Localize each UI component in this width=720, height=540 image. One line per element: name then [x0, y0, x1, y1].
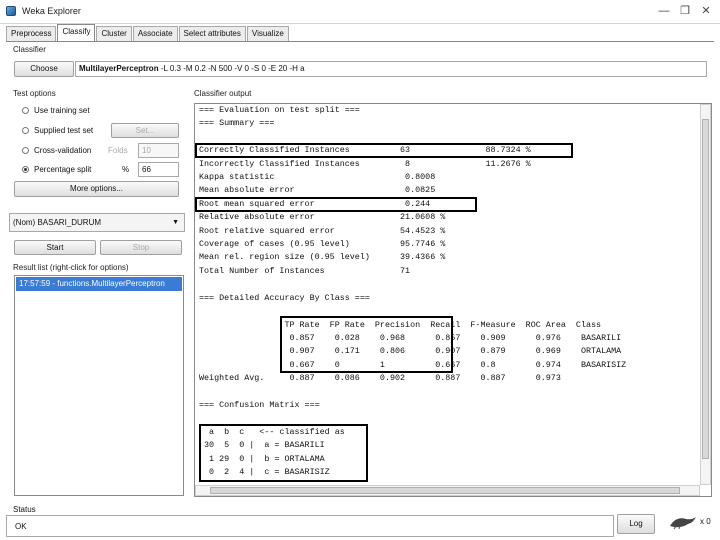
- output-line: === Confusion Matrix ===: [199, 399, 320, 410]
- start-button[interactable]: Start: [14, 240, 96, 255]
- result-list[interactable]: 17:57:59 - functions.MultilayerPerceptro…: [14, 275, 184, 496]
- log-count: x 0: [700, 517, 711, 526]
- weka-bird-icon: [668, 514, 698, 530]
- output-line: Coverage of cases (0.95 level) 95.7746 %: [199, 239, 446, 250]
- output-horizontal-scroll-thumb[interactable]: [210, 487, 680, 494]
- classifier-output-panel[interactable]: === Evaluation on test split === === Summ…: [194, 103, 712, 497]
- close-button[interactable]: ✕: [696, 1, 716, 21]
- set-test-set-button[interactable]: Set...: [111, 123, 179, 138]
- test-options-group-label: Test options: [13, 89, 56, 98]
- chevron-down-icon: ▼: [172, 219, 179, 226]
- class-attribute-select[interactable]: (Nom) BASARI_DURUM ▼: [9, 213, 185, 232]
- folds-label: Folds: [108, 146, 128, 155]
- output-vertical-scroll-thumb[interactable]: [702, 119, 709, 459]
- supplied-test-set-label: Supplied test set: [34, 126, 94, 135]
- output-line: Mean absolute error 0.0825: [199, 185, 436, 196]
- tab-cluster[interactable]: Cluster: [96, 26, 132, 41]
- stop-button[interactable]: Stop: [100, 240, 182, 255]
- result-list-label: Result list (right-click for options): [13, 263, 129, 272]
- output-line: Relative absolute error 21.0608 %: [199, 212, 446, 223]
- output-line: Kappa statistic 0.8008: [199, 172, 436, 183]
- output-line: Weighted Avg. 0.887 0.086 0.902 0.887 0.…: [199, 373, 561, 384]
- log-button[interactable]: Log: [617, 514, 655, 534]
- status-bar: OK: [6, 515, 614, 537]
- result-list-item[interactable]: 17:57:59 - functions.MultilayerPerceptro…: [16, 277, 182, 291]
- correct-instances-highlight: [195, 143, 573, 158]
- classifier-options: -L 0.3 -M 0.2 -N 500 -V 0 -S 0 -E 20 -H …: [160, 64, 305, 73]
- percentage-input[interactable]: 66: [138, 162, 179, 177]
- status-label: Status: [13, 505, 36, 514]
- output-vertical-scrollbar[interactable]: [700, 104, 711, 485]
- cross-validation-radio[interactable]: [22, 147, 29, 154]
- classifier-name: MultilayerPerceptron: [79, 64, 159, 73]
- tab-visualize[interactable]: Visualize: [246, 26, 289, 41]
- use-training-set-radio[interactable]: [22, 107, 29, 114]
- cross-validation-label: Cross-validation: [34, 146, 92, 155]
- tab-divider: [6, 41, 714, 42]
- tab-bar: Preprocess Classify Cluster Associate Se…: [6, 24, 290, 41]
- minimize-button[interactable]: —: [654, 1, 674, 21]
- more-options-button[interactable]: More options...: [14, 181, 179, 197]
- rmse-highlight: [195, 197, 477, 212]
- choose-classifier-button[interactable]: Choose: [14, 61, 74, 77]
- title-bar: Weka Explorer — ❐ ✕: [0, 0, 720, 24]
- supplied-test-set-radio[interactable]: [22, 127, 29, 134]
- use-training-set-label: Use training set: [34, 106, 90, 115]
- tab-preprocess[interactable]: Preprocess: [6, 26, 57, 41]
- output-line: Incorrectly Classified Instances 8 11.26…: [199, 158, 531, 169]
- folds-input[interactable]: 10: [138, 143, 179, 158]
- percent-label: %: [122, 165, 130, 174]
- window-title: Weka Explorer: [22, 6, 81, 16]
- maximize-button[interactable]: ❐: [675, 1, 695, 21]
- output-line: Root relative squared error 54.4523 %: [199, 225, 446, 236]
- precision-highlight: [280, 316, 453, 373]
- classifier-group-label: Classifier: [13, 45, 46, 54]
- tab-associate[interactable]: Associate: [132, 26, 178, 41]
- confusion-matrix-highlight: [199, 424, 368, 482]
- class-attribute-value: (Nom) BASARI_DURUM: [13, 218, 102, 227]
- percentage-split-label: Percentage split: [34, 165, 92, 174]
- classifier-config-field[interactable]: MultilayerPerceptron -L 0.3 -M 0.2 -N 50…: [75, 61, 707, 77]
- classifier-output-label: Classifier output: [194, 89, 252, 98]
- weka-app-icon: [6, 6, 16, 16]
- tab-select-attributes[interactable]: Select attributes: [178, 26, 246, 41]
- percentage-split-radio[interactable]: [22, 166, 29, 173]
- tab-classify[interactable]: Classify: [57, 24, 96, 41]
- output-horizontal-scrollbar[interactable]: [195, 485, 700, 496]
- status-area: Status OK Log x 0: [6, 505, 714, 537]
- output-line: Mean rel. region size (0.95 level) 39.43…: [199, 252, 446, 263]
- output-line: === Summary ===: [199, 118, 275, 129]
- output-line: Total Number of Instances 71: [199, 265, 411, 276]
- output-line: === Evaluation on test split ===: [199, 105, 360, 115]
- status-text: OK: [15, 522, 27, 531]
- output-line: === Detailed Accuracy By Class ===: [199, 292, 370, 303]
